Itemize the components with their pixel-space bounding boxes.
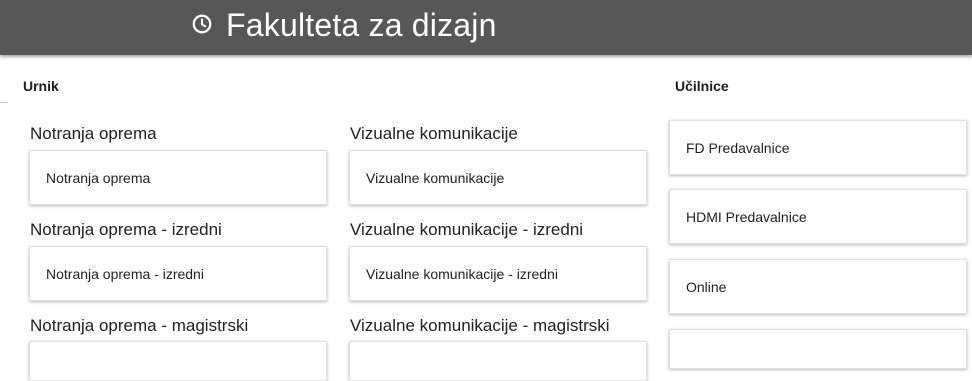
classroom-card-label: Online — [686, 278, 727, 295]
classroom-card-hdmi-predavalnice[interactable]: HDMI Predavalnice — [669, 189, 967, 244]
schedule-card-label: Vizualne komunikacije - izredni — [366, 265, 558, 282]
classroom-card-fd-predavalnice[interactable]: FD Predavalnice — [669, 120, 967, 175]
schedule-card-label: Notranja oprema — [46, 169, 151, 186]
schedule-card-vizualne-komunikacije[interactable]: Vizualne komunikacije — [349, 150, 647, 205]
app-header: Fakulteta za dizajn — [0, 0, 972, 55]
group-title-vizualne-komunikacije-magistrski: Vizualne komunikacije - magistrski — [350, 316, 610, 335]
classroom-card-online[interactable]: Online — [669, 259, 967, 314]
classroom-card-label: HDMI Predavalnice — [686, 208, 807, 225]
schedule-card-label: Notranja oprema - izredni — [46, 265, 204, 282]
classrooms-section-label: Učilnice — [675, 78, 729, 94]
group-title-notranja-oprema-magistrski: Notranja oprema - magistrski — [30, 316, 249, 335]
schedule-card-notranja-oprema[interactable]: Notranja oprema — [29, 150, 327, 205]
group-title-vizualne-komunikacije-izredni: Vizualne komunikacije - izredni — [350, 220, 584, 239]
classroom-card-label: FD Predavalnice — [686, 139, 790, 156]
group-title-notranja-oprema-izredni: Notranja oprema - izredni — [30, 220, 222, 239]
divider — [0, 102, 8, 103]
schedule-card-notranja-oprema-izredni[interactable]: Notranja oprema - izredni — [29, 246, 327, 301]
group-title-notranja-oprema: Notranja oprema — [30, 124, 157, 143]
schedule-card-vizualne-komunikacije-magistrski[interactable] — [349, 341, 647, 381]
classroom-card-more[interactable] — [669, 329, 967, 369]
schedule-card-label: Vizualne komunikacije — [366, 169, 505, 186]
clock-icon — [192, 14, 212, 34]
group-title-vizualne-komunikacije: Vizualne komunikacije — [350, 124, 518, 143]
schedule-card-vizualne-komunikacije-izredni[interactable]: Vizualne komunikacije - izredni — [349, 246, 647, 301]
schedule-section-label: Urnik — [23, 78, 59, 94]
app-title: Fakulteta za dizajn — [226, 7, 497, 43]
schedule-card-notranja-oprema-magistrski[interactable] — [29, 341, 327, 381]
